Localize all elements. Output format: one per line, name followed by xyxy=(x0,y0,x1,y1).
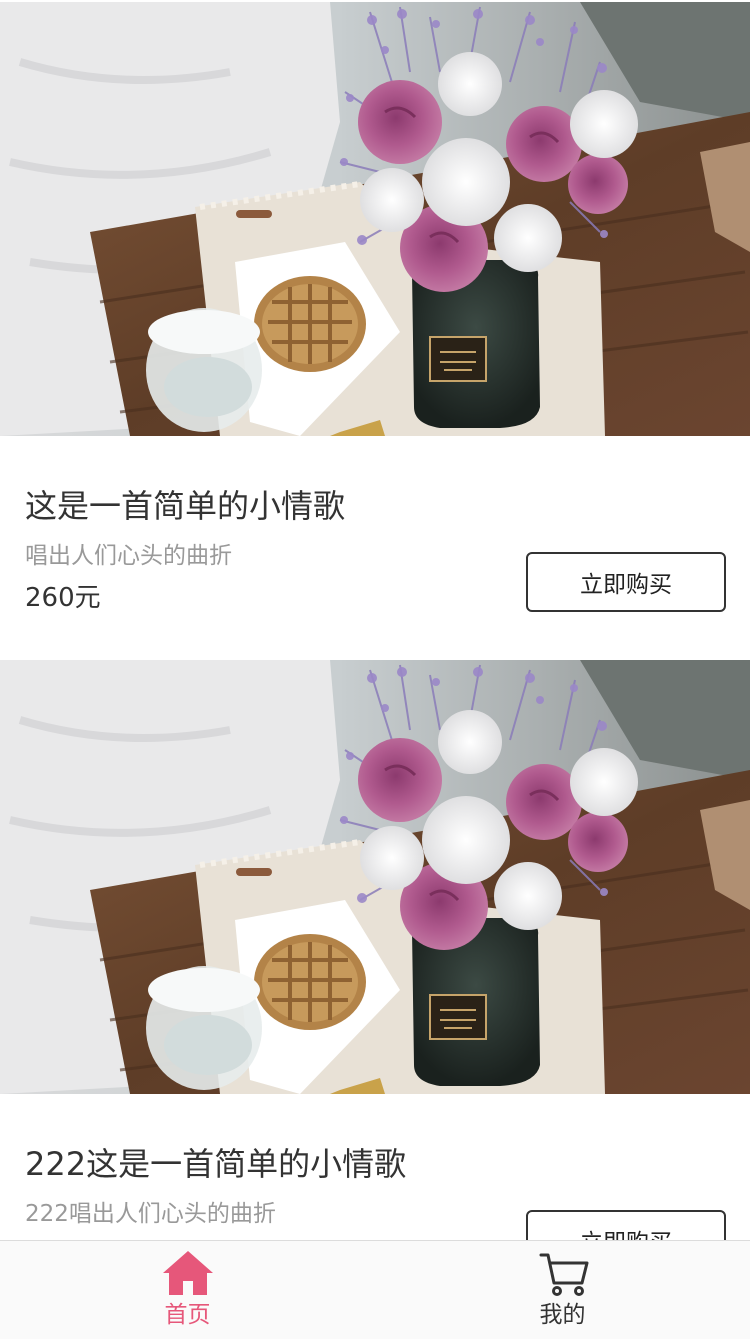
product-card[interactable]: 222这是一首简单的小情歌 222唱出人们心头的曲折 立即购买 xyxy=(0,658,750,1240)
buy-now-button[interactable]: 立即购买 xyxy=(526,1210,726,1240)
tab-mine[interactable]: 我的 xyxy=(375,1241,750,1339)
tab-mine-label: 我的 xyxy=(539,1302,586,1328)
product-photo[interactable] xyxy=(0,2,750,436)
product-title: 这是一首简单的小情歌 xyxy=(25,487,346,525)
buy-now-button[interactable]: 立即购买 xyxy=(526,552,726,612)
tab-home[interactable]: 首页 xyxy=(0,1241,375,1339)
cart-icon xyxy=(539,1253,589,1296)
product-feed[interactable]: 这是一首简单的小情歌 唱出人们心头的曲折 260元 立即购买 222这是一首简单… xyxy=(0,0,750,1240)
product-card[interactable]: 这是一首简单的小情歌 唱出人们心头的曲折 260元 立即购买 xyxy=(0,0,750,658)
product-subtitle: 222唱出人们心头的曲折 xyxy=(25,1201,276,1227)
product-subtitle: 唱出人们心头的曲折 xyxy=(25,543,232,569)
product-photo[interactable] xyxy=(0,660,750,1094)
home-icon xyxy=(163,1251,213,1295)
product-price: 260元 xyxy=(25,583,101,613)
bottom-tab-bar: 首页 我的 xyxy=(0,1240,750,1339)
tab-home-label: 首页 xyxy=(164,1302,211,1328)
product-title: 222这是一首简单的小情歌 xyxy=(25,1145,407,1183)
